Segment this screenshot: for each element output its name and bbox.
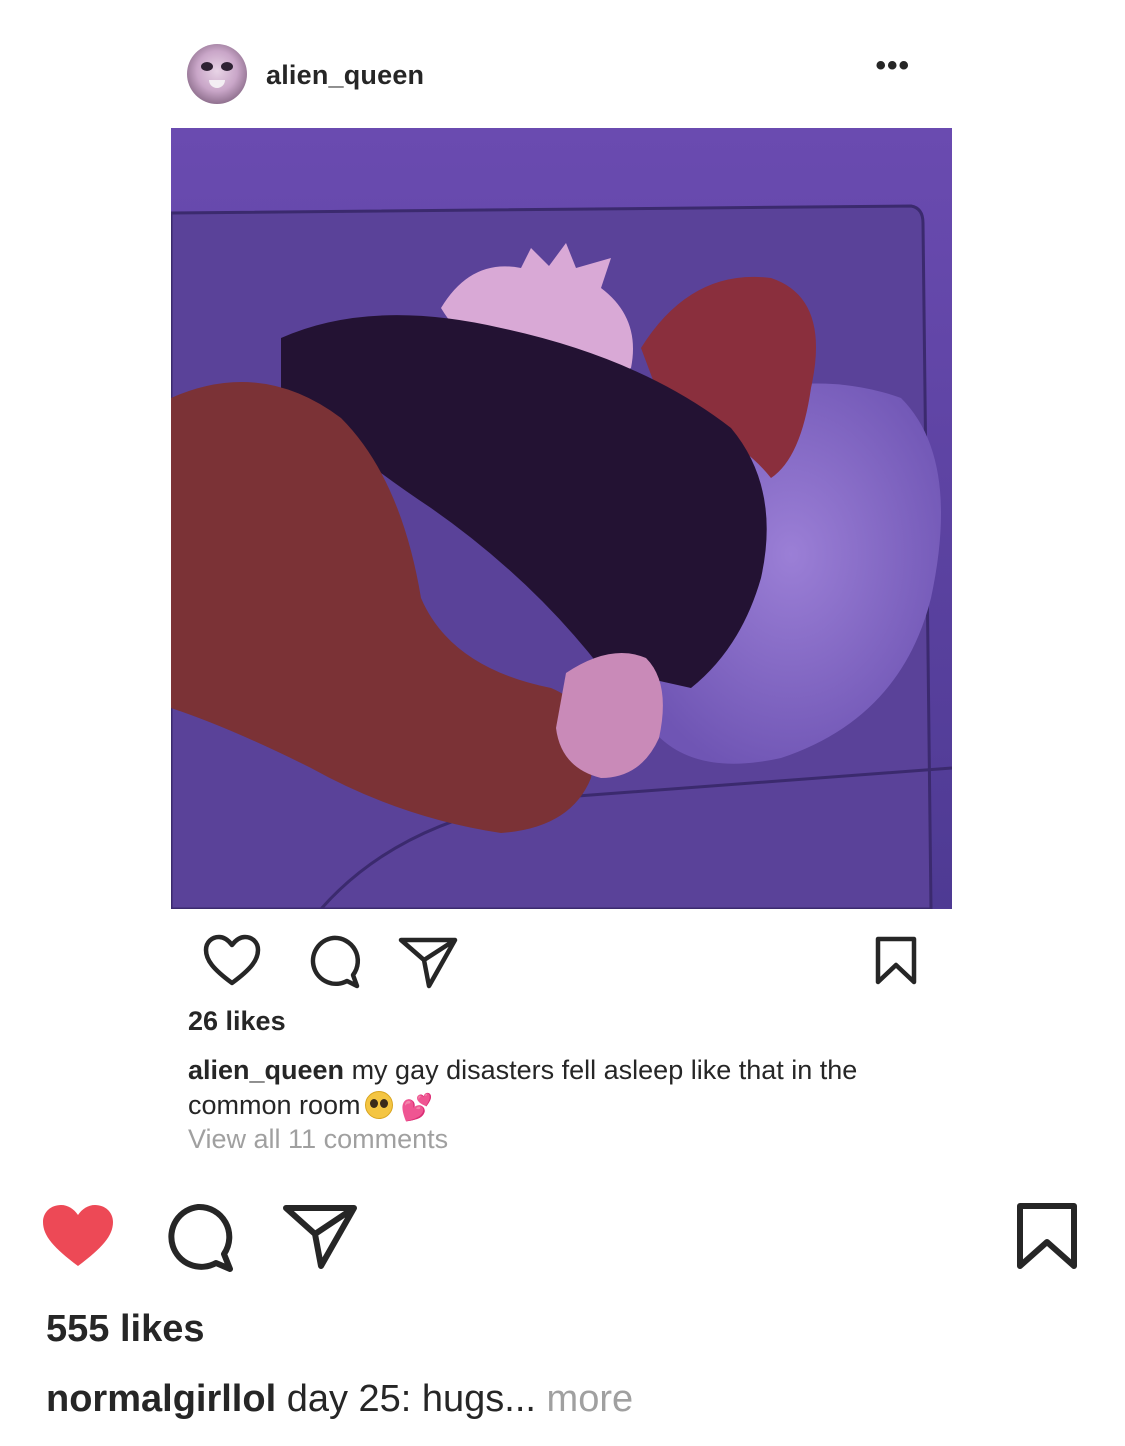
caption-username[interactable]: normalgirllol — [46, 1378, 276, 1420]
heart-filled-icon[interactable] — [40, 1202, 116, 1273]
bookmark-icon[interactable] — [1014, 1200, 1080, 1275]
caption-username[interactable]: alien_queen — [188, 1055, 344, 1085]
inner-likes-count[interactable]: 26 likes — [188, 1006, 286, 1037]
outer-post-actions — [0, 1190, 1125, 1280]
share-icon[interactable] — [282, 1204, 358, 1273]
bookmark-icon[interactable] — [873, 934, 919, 989]
caption-text: day 25: hugs... — [276, 1378, 536, 1420]
more-dots-icon[interactable]: ••• — [875, 51, 910, 81]
view-all-comments-link[interactable]: View all 11 comments — [188, 1124, 448, 1155]
share-icon[interactable] — [397, 936, 459, 993]
comment-icon[interactable] — [162, 1202, 234, 1277]
heart-outline-icon[interactable] — [203, 934, 261, 991]
outer-caption: normalgirllol day 25: hugs... more — [46, 1378, 633, 1421]
comment-icon[interactable] — [305, 934, 361, 993]
pleading-face-emoji-icon — [364, 1091, 393, 1119]
outer-likes-count[interactable]: 555 likes — [46, 1308, 204, 1351]
more-link[interactable]: more — [536, 1378, 634, 1420]
post-image — [171, 128, 952, 909]
two-hearts-emoji-icon: 💕 — [400, 1092, 433, 1122]
avatar[interactable] — [187, 44, 247, 104]
inner-post-header: alien_queen ••• — [187, 42, 922, 108]
post-username[interactable]: alien_queen — [266, 60, 424, 91]
inner-caption: alien_queen my gay disasters fell asleep… — [188, 1053, 958, 1125]
inner-post-actions — [187, 930, 922, 990]
